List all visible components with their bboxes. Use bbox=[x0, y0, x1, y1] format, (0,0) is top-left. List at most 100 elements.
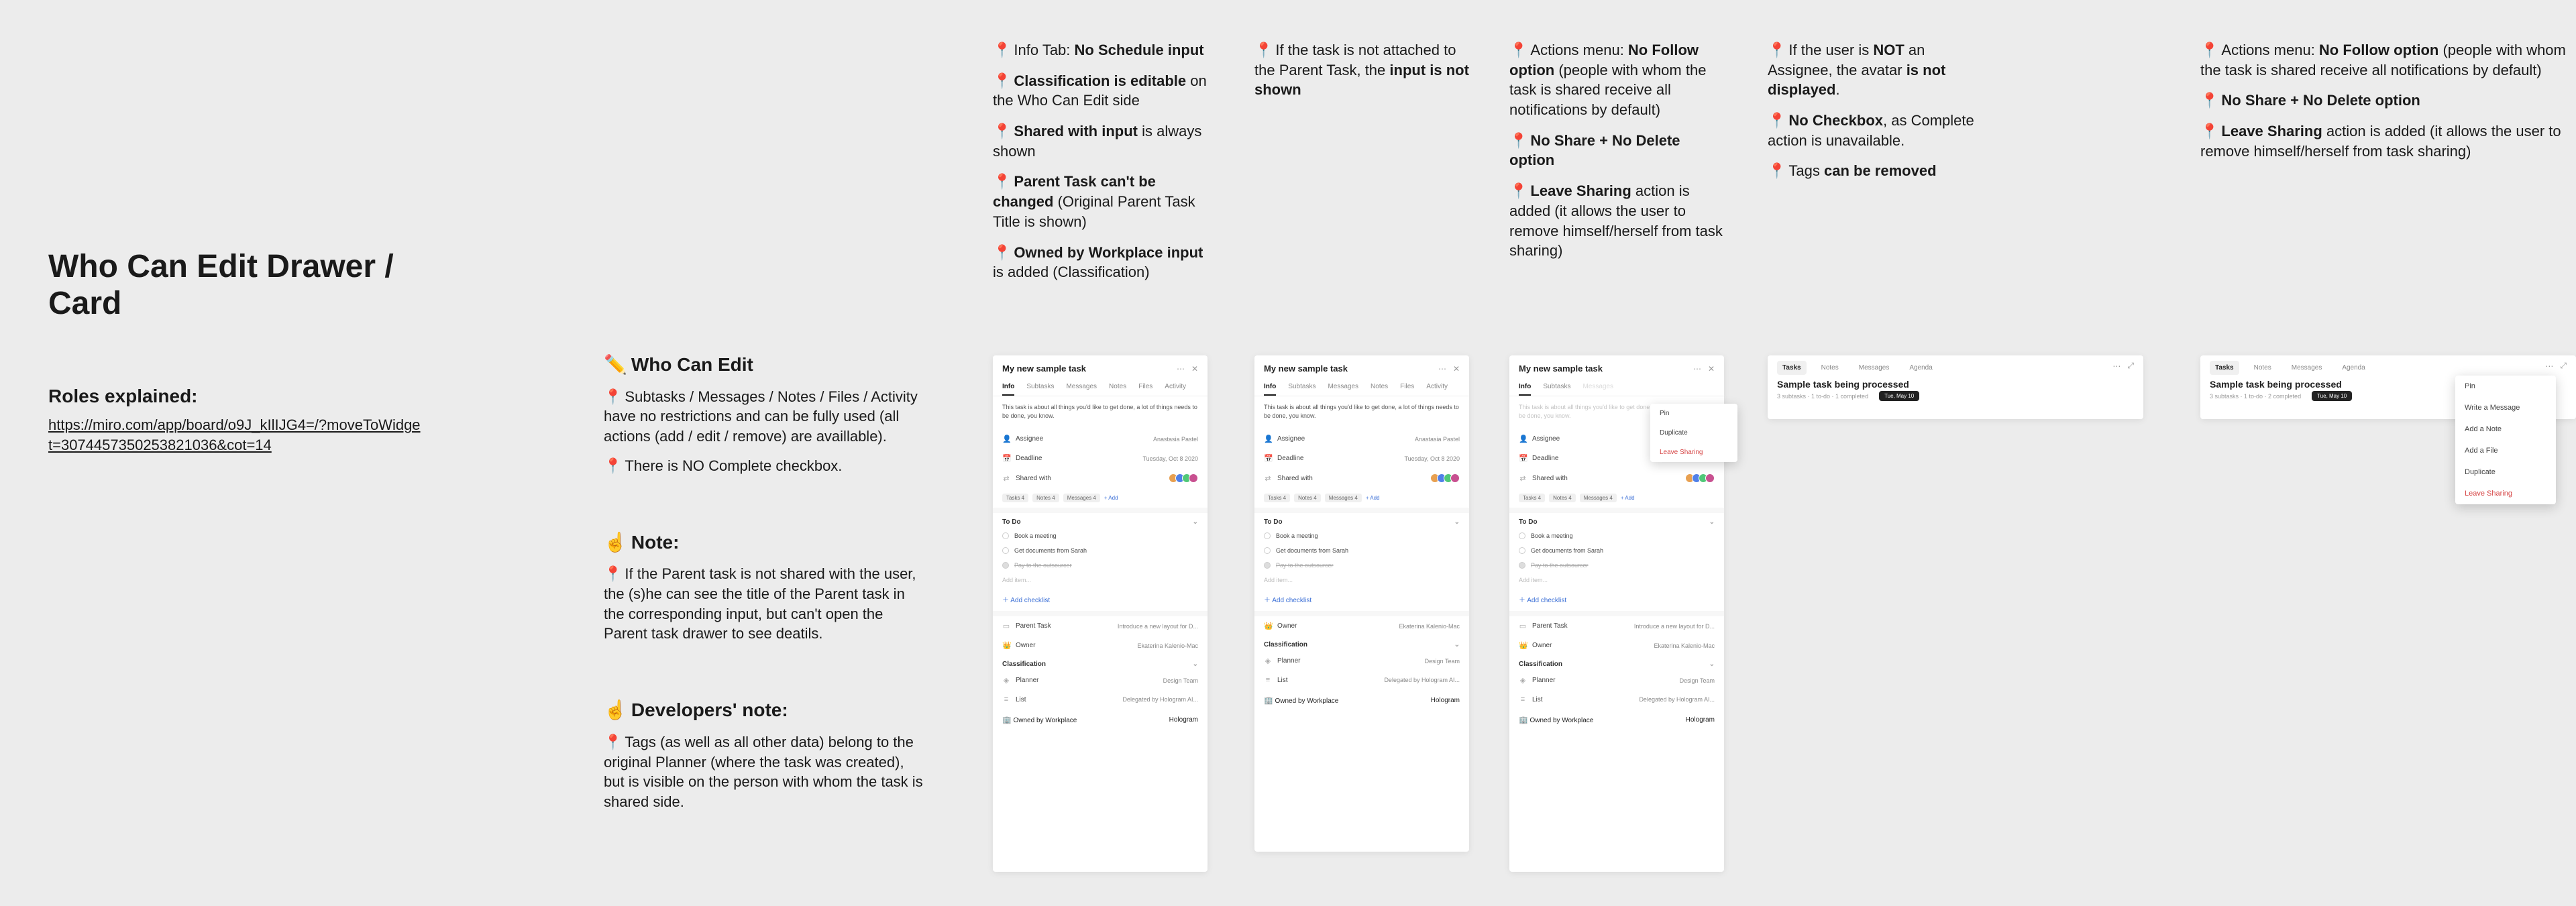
roles-link[interactable]: https://miro.com/app/board/o9J_kIlIJG4=/… bbox=[48, 415, 424, 455]
pencil-icon: ✏️ bbox=[604, 354, 627, 375]
note-line-1: If the Parent task is not shared with th… bbox=[604, 565, 916, 642]
menu-duplicate[interactable]: Duplicate bbox=[2455, 461, 2556, 483]
tab-info[interactable]: Info bbox=[1264, 379, 1276, 396]
close-icon[interactable]: ✕ bbox=[1191, 364, 1198, 374]
pin-icon: 📍 bbox=[1509, 132, 1527, 149]
shared-avatars bbox=[1171, 473, 1198, 483]
more-icon[interactable]: ⋯ bbox=[2545, 361, 2553, 371]
tab-files[interactable]: Files bbox=[1138, 379, 1152, 396]
chevron-down-icon[interactable]: ⌄ bbox=[1193, 518, 1198, 526]
user-icon: 👤 bbox=[1002, 435, 1010, 443]
share-icon: ⇄ bbox=[1264, 474, 1272, 483]
planner-icon: ◈ bbox=[1264, 657, 1272, 665]
tag-row: Tasks 4 Notes 4 Messages 4 + Add bbox=[993, 488, 1208, 508]
wide-tab-notes[interactable]: Notes bbox=[1816, 361, 1844, 375]
note-heading: Note: bbox=[631, 532, 680, 553]
add-tag[interactable]: + Add bbox=[1104, 495, 1118, 501]
tab-notes[interactable]: Notes bbox=[1371, 379, 1388, 396]
wide-tab-tasks[interactable]: Tasks bbox=[1777, 361, 1807, 375]
tab-activity[interactable]: Activity bbox=[1165, 379, 1186, 396]
todo-item[interactable]: Pay to the outsourcer bbox=[1014, 562, 1072, 569]
wide-tab-agenda[interactable]: Agenda bbox=[1904, 361, 1937, 375]
date-pill: Tue, May 10 bbox=[1879, 391, 1919, 401]
card-title: My new sample task bbox=[1002, 363, 1086, 374]
tab-subtasks[interactable]: Subtasks bbox=[1026, 379, 1054, 396]
spec-col-a: 📍Info Tab: No Schedule input 📍Classifica… bbox=[993, 40, 1208, 293]
parent-icon: ▭ bbox=[1519, 622, 1527, 630]
wide-tab-messages[interactable]: Messages bbox=[1854, 361, 1895, 375]
add-item[interactable]: Add item... bbox=[993, 573, 1208, 587]
who-line-2: There is NO Complete checkbox. bbox=[625, 457, 842, 474]
owner-icon: 👑 bbox=[1264, 622, 1272, 630]
tag[interactable]: Notes 4 bbox=[1032, 494, 1059, 502]
planner-icon: ◈ bbox=[1002, 676, 1010, 685]
pin-icon: 📍 bbox=[1509, 42, 1527, 58]
owner-icon: 👑 bbox=[1002, 641, 1010, 650]
more-icon[interactable]: ⋯ bbox=[1177, 364, 1185, 374]
pin-icon: 📍 bbox=[993, 42, 1011, 58]
pin-icon: 📍 bbox=[1768, 162, 1786, 179]
close-icon[interactable]: ✕ bbox=[1453, 364, 1460, 374]
classification-heading: Classification bbox=[1002, 661, 1046, 668]
calendar-icon: 📅 bbox=[1002, 454, 1010, 463]
add-checklist[interactable]: ＋ Add checklist bbox=[993, 587, 1208, 611]
center-column: ✏️Who Can Edit 📍 Subtasks / Messages / No… bbox=[604, 352, 926, 816]
wide-subtitle: 3 subtasks · 1 to-do · 2 completed bbox=[2210, 393, 2301, 400]
more-icon[interactable]: ⋯ bbox=[2112, 361, 2121, 371]
todo-item[interactable]: Book a meeting bbox=[1014, 532, 1057, 539]
wide-tab-tasks[interactable]: Tasks bbox=[2210, 361, 2239, 375]
wide-title: Sample task being processed bbox=[1768, 375, 2143, 391]
menu-leave-sharing[interactable]: Leave Sharing bbox=[2455, 483, 2556, 504]
tab-messages[interactable]: Messages bbox=[1066, 379, 1097, 396]
tab-files[interactable]: Files bbox=[1400, 379, 1414, 396]
close-icon[interactable]: ✕ bbox=[1708, 364, 1715, 374]
pin-icon: 📍 bbox=[1254, 42, 1273, 58]
finger-icon: ☝️ bbox=[604, 532, 627, 553]
workplace-icon: 🏢 bbox=[1002, 716, 1012, 724]
roles-heading: Roles explained: bbox=[48, 386, 424, 407]
title-block: Who Can Edit Drawer / Card Roles explain… bbox=[48, 248, 424, 455]
wide-tab-agenda[interactable]: Agenda bbox=[2337, 361, 2370, 375]
tab-messages[interactable]: Messages bbox=[1328, 379, 1358, 396]
menu-duplicate[interactable]: Duplicate bbox=[1650, 423, 1737, 443]
menu-pin[interactable]: Pin bbox=[2455, 376, 2556, 397]
who-heading: Who Can Edit bbox=[631, 354, 753, 375]
more-icon[interactable]: ⋯ bbox=[1438, 364, 1446, 374]
menu-pin[interactable]: Pin bbox=[1650, 404, 1737, 423]
workplace-icon: 🏢 bbox=[1264, 697, 1273, 705]
pin-icon: 📍 bbox=[2200, 42, 2218, 58]
tab-info[interactable]: Info bbox=[1002, 379, 1014, 396]
tab-subtasks[interactable]: Subtasks bbox=[1288, 379, 1316, 396]
list-icon: ≡ bbox=[1264, 676, 1272, 684]
pin-icon: 📍 bbox=[2200, 92, 2218, 109]
chevron-down-icon[interactable]: ⌄ bbox=[1193, 661, 1198, 668]
tag[interactable]: Tasks 4 bbox=[1002, 494, 1028, 502]
expand-icon[interactable]: ⤢ bbox=[2560, 361, 2567, 371]
workplace-icon: 🏢 bbox=[1519, 716, 1528, 724]
menu-add-note[interactable]: Add a Note bbox=[2455, 418, 2556, 440]
who-line-1: Subtasks / Messages / Notes / Files / Ac… bbox=[604, 388, 918, 445]
share-icon: ⇄ bbox=[1519, 474, 1527, 483]
wide-tab-notes[interactable]: Notes bbox=[2249, 361, 2277, 375]
more-icon[interactable]: ⋯ bbox=[1693, 364, 1701, 374]
card-desc: This task is about all things you'd like… bbox=[993, 396, 1208, 429]
planner-icon: ◈ bbox=[1519, 676, 1527, 685]
dev-line-1: Tags (as well as all other data) belong … bbox=[604, 734, 923, 810]
page-title: Who Can Edit Drawer / Card bbox=[48, 248, 424, 322]
tag[interactable]: Messages 4 bbox=[1063, 494, 1100, 502]
pin-icon: 📍 bbox=[1768, 42, 1786, 58]
menu-leave-sharing[interactable]: Leave Sharing bbox=[1650, 443, 1737, 462]
date-pill: Tue, May 10 bbox=[2312, 391, 2352, 401]
pin-icon: 📍 bbox=[1509, 182, 1527, 199]
pin-icon: 📍 bbox=[604, 565, 622, 582]
spec-col-e: 📍Actions menu: No Follow option (people … bbox=[2200, 40, 2576, 172]
tab-notes[interactable]: Notes bbox=[1109, 379, 1126, 396]
task-card-a: My new sample task ⋯ ✕ Info Subtasks Mes… bbox=[993, 355, 1208, 872]
expand-icon[interactable]: ⤢ bbox=[2127, 361, 2134, 371]
todo-item[interactable]: Get documents from Sarah bbox=[1014, 547, 1087, 554]
wide-tab-messages[interactable]: Messages bbox=[2286, 361, 2328, 375]
menu-add-file[interactable]: Add a File bbox=[2455, 440, 2556, 461]
menu-write-message[interactable]: Write a Message bbox=[2455, 397, 2556, 418]
tab-activity[interactable]: Activity bbox=[1426, 379, 1448, 396]
pin-icon: 📍 bbox=[993, 123, 1011, 139]
